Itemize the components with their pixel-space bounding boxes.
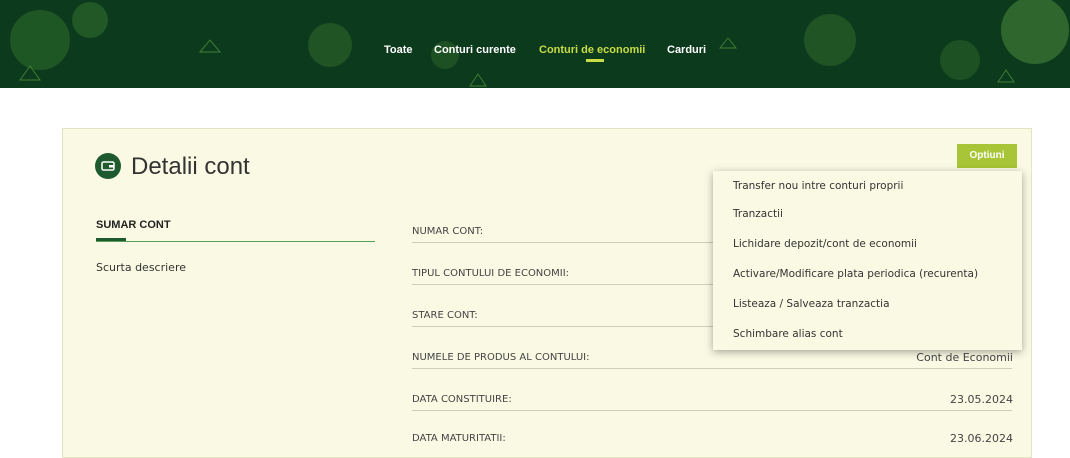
menu-item-liquidate-deposit[interactable]: Lichidare depozit/cont de economii — [733, 238, 917, 250]
menu-item-transfer-own-accounts[interactable]: Transfer nou intre conturi proprii — [733, 180, 903, 192]
menu-item-transactions[interactable]: Tranzactii — [733, 208, 783, 220]
detail-divider — [412, 410, 1012, 411]
menu-item-change-alias[interactable]: Schimbare alias cont — [733, 328, 843, 340]
detail-label-maturity-date: DATA MATURITATII: — [412, 433, 506, 444]
summary-heading: SUMAR CONT — [96, 219, 171, 231]
nav-tab-toate[interactable]: Toate — [384, 44, 413, 56]
detail-value-creation-date: 23.05.2024 — [950, 393, 1013, 406]
options-button[interactable]: Optiuni — [957, 144, 1017, 168]
active-tab-indicator — [586, 59, 604, 62]
nav-tab-conturi-curente[interactable]: Conturi curente — [434, 44, 516, 56]
banner-texture — [10, 0, 1069, 87]
page-title: Detalii cont — [131, 153, 250, 180]
top-banner: Toate Conturi curente Conturi de economi… — [0, 0, 1070, 88]
nav-tab-conturi-de-economii[interactable]: Conturi de economii — [539, 44, 645, 56]
detail-label-account-status: STARE CONT: — [412, 310, 478, 321]
summary-description: Scurta descriere — [96, 261, 186, 274]
wallet-icon — [95, 153, 121, 179]
detail-divider — [412, 368, 1012, 369]
detail-label-savings-type: TIPUL CONTULUI DE ECONOMII: — [412, 268, 570, 279]
options-dropdown-menu: Transfer nou intre conturi proprii Tranz… — [713, 171, 1022, 350]
detail-label-creation-date: DATA CONSTITUIRE: — [412, 394, 512, 405]
detail-value-product-name: Cont de Economii — [916, 351, 1013, 364]
detail-value-maturity-date: 23.06.2024 — [950, 432, 1013, 445]
nav-tab-carduri[interactable]: Carduri — [667, 44, 706, 56]
menu-item-recurring-payment[interactable]: Activare/Modificare plata periodica (rec… — [733, 268, 978, 280]
summary-divider — [96, 241, 375, 242]
menu-item-list-save-transaction[interactable]: Listeaza / Salveaza tranzactia — [733, 298, 890, 310]
detail-label-account-number: NUMAR CONT: — [412, 226, 484, 237]
detail-label-product-name: NUMELE DE PRODUS AL CONTULUI: — [412, 352, 590, 363]
